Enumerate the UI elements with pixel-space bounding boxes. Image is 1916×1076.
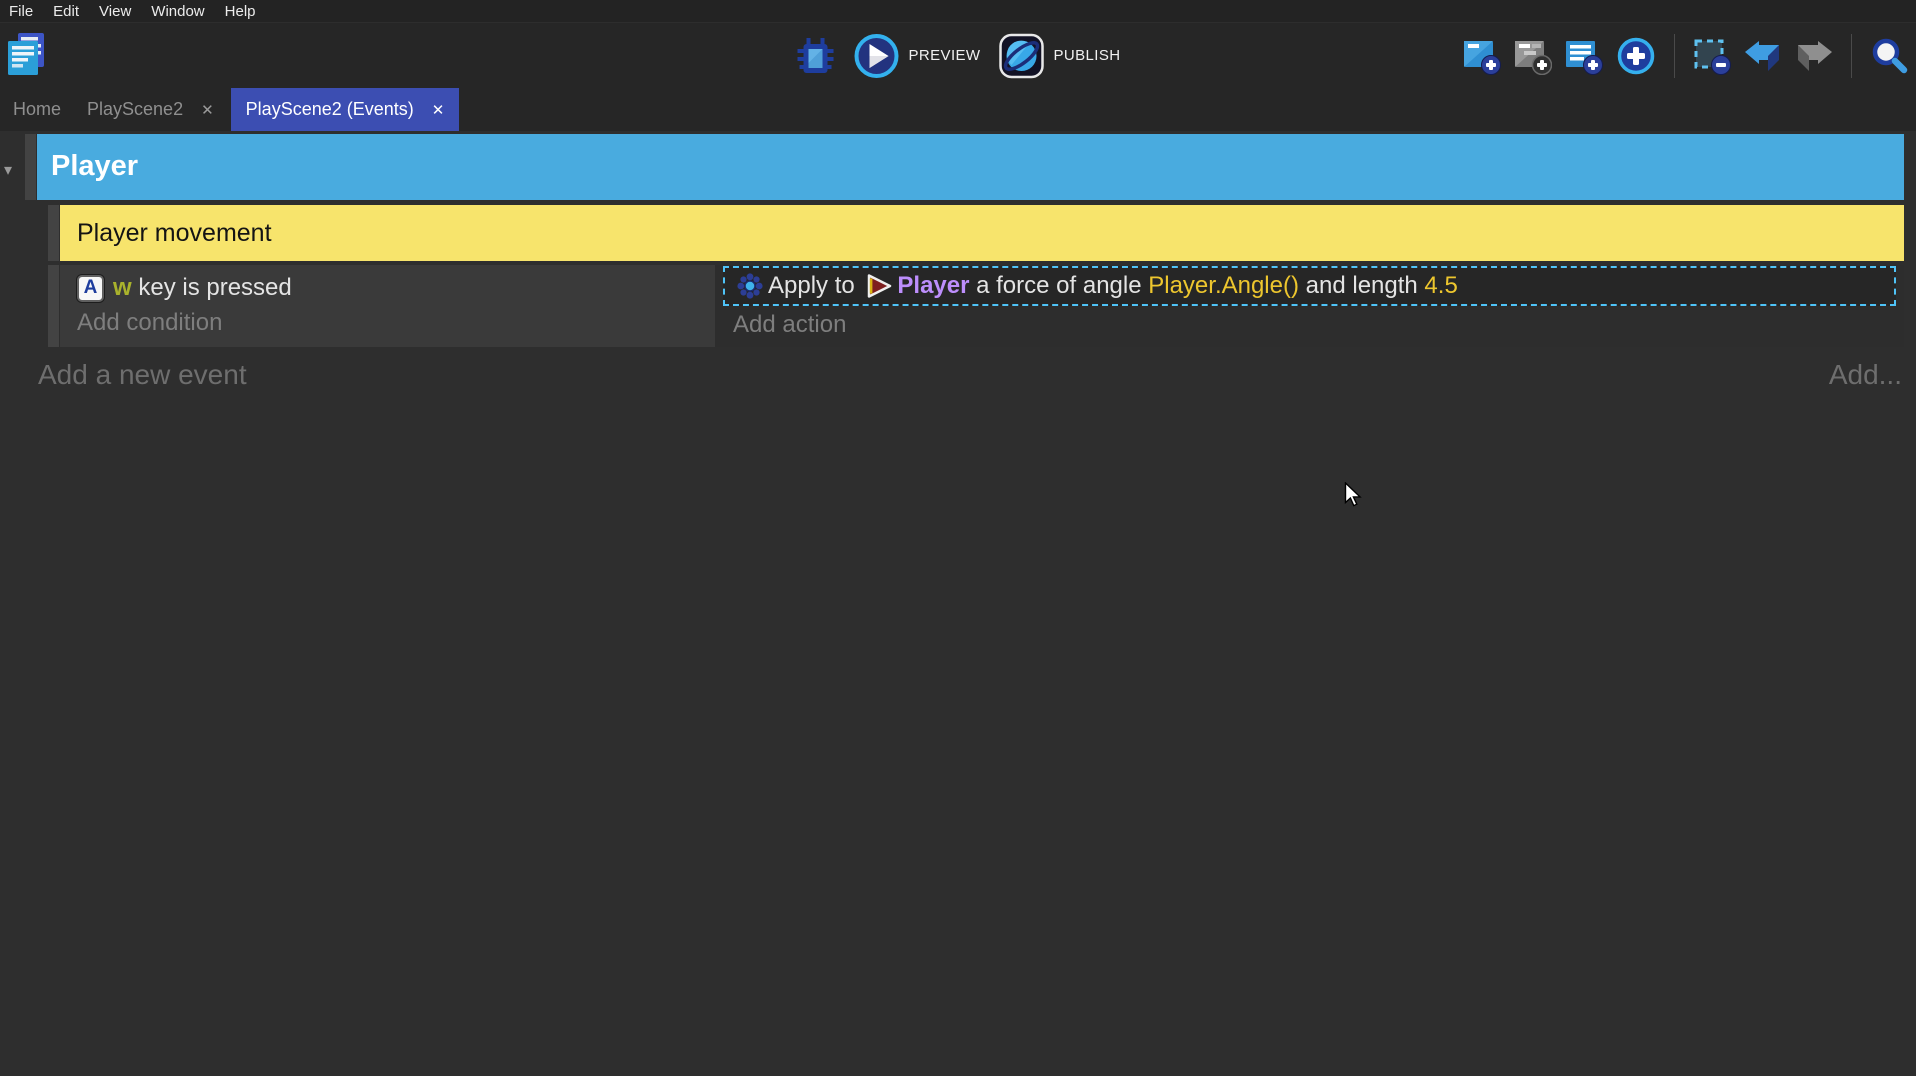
delete-selection-button[interactable]	[1693, 37, 1731, 75]
publish-label: PUBLISH	[1053, 47, 1120, 64]
add-subevent-icon	[1514, 37, 1552, 75]
undo-button[interactable]	[1744, 40, 1782, 72]
add-condition-button[interactable]: Add condition	[77, 309, 222, 337]
menu-window[interactable]: Window	[141, 0, 214, 23]
comment-drag-handle[interactable]	[48, 205, 59, 261]
mouse-cursor	[1344, 482, 1364, 508]
menu-edit[interactable]: Edit	[43, 0, 89, 23]
conditions-panel[interactable]: A w key is pressed Add condition	[60, 265, 715, 347]
group-title: Player	[51, 150, 138, 182]
action-length-value: 4.5	[1424, 272, 1457, 300]
group-drag-handle[interactable]	[25, 134, 36, 200]
tab-label: PlayScene2 (Events)	[246, 99, 414, 120]
preview-label: PREVIEW	[909, 47, 981, 64]
tab-home[interactable]: Home	[0, 88, 74, 131]
toolbar-center: PREVIEW PUBLISH	[796, 23, 1121, 88]
redo-button[interactable]	[1795, 40, 1833, 72]
gdevelop-window: File Edit View Window Help	[0, 0, 1916, 1076]
events-sheet: ▾ Player Player movement A w key is pres…	[0, 131, 1916, 1076]
preview-button[interactable]: PREVIEW	[854, 33, 981, 79]
preview-play-icon	[854, 33, 900, 79]
tab-close-icon[interactable]: ✕	[201, 101, 214, 119]
actions-panel[interactable]: Apply to Player a force of angle Player.…	[715, 265, 1904, 347]
physics-behavior-icon	[737, 273, 763, 299]
add-circle-icon	[1616, 36, 1656, 76]
keyboard-key-icon: A	[77, 275, 104, 302]
search-icon	[1870, 37, 1908, 75]
tab-label: Home	[13, 99, 61, 120]
comment-event[interactable]: Player movement	[60, 205, 1904, 261]
add-event-button[interactable]	[1463, 37, 1501, 75]
toolbar-right	[1463, 23, 1908, 88]
action-apply-force[interactable]: Apply to Player a force of angle Player.…	[723, 266, 1896, 306]
action-angle-expression: Player.Angle()	[1148, 272, 1299, 300]
menu-bar: File Edit View Window Help	[0, 0, 1916, 23]
undo-icon	[1744, 40, 1782, 72]
action-object-name: Player	[897, 272, 969, 300]
publish-globe-icon	[998, 33, 1044, 79]
tab-label: PlayScene2	[87, 99, 183, 120]
player-object-icon	[866, 273, 892, 299]
choose-event-button[interactable]	[1616, 36, 1656, 76]
menu-file[interactable]: File	[0, 0, 43, 23]
condition-key-pressed[interactable]: A w key is pressed	[77, 269, 292, 307]
menu-help[interactable]: Help	[215, 0, 266, 23]
debugger-button[interactable]	[796, 36, 836, 76]
tab-close-icon[interactable]: ✕	[432, 101, 445, 119]
standard-event: A w key is pressed Add condition	[60, 265, 1904, 347]
remove-selection-icon	[1693, 37, 1731, 75]
project-manager-button[interactable]	[6, 33, 46, 77]
action-text-force: a force of angle	[969, 272, 1148, 300]
action-text-length: and length	[1299, 272, 1424, 300]
add-event-icon	[1463, 37, 1501, 75]
add-subevent-button[interactable]	[1514, 37, 1552, 75]
add-more-button[interactable]: Add...	[1829, 359, 1902, 391]
tab-playscene2[interactable]: PlayScene2 ✕	[74, 88, 227, 131]
comment-text: Player movement	[77, 219, 272, 247]
tab-playscene2-events[interactable]: PlayScene2 (Events) ✕	[231, 88, 460, 131]
toolbar-separator	[1851, 34, 1852, 78]
menu-view[interactable]: View	[89, 0, 141, 23]
publish-button[interactable]: PUBLISH	[998, 33, 1120, 79]
condition-text: key is pressed	[132, 274, 292, 301]
condition-key-name: w	[113, 274, 132, 301]
toolbar: PREVIEW PUBLISH	[0, 23, 1916, 88]
tab-bar: Home PlayScene2 ✕ PlayScene2 (Events) ✕	[0, 88, 1916, 131]
collapse-group-icon[interactable]: ▾	[4, 160, 12, 180]
add-new-event-button[interactable]: Add a new event	[38, 359, 247, 391]
toolbar-separator	[1674, 34, 1675, 78]
add-comment-button[interactable]	[1565, 37, 1603, 75]
project-manager-icon	[6, 33, 46, 77]
event-group-header[interactable]: Player	[37, 134, 1904, 200]
debugger-icon	[796, 36, 836, 76]
add-action-button[interactable]: Add action	[733, 311, 846, 339]
event-drag-handle[interactable]	[48, 265, 59, 347]
action-text-apply-to: Apply to	[768, 272, 861, 300]
redo-icon	[1795, 40, 1833, 72]
search-events-button[interactable]	[1870, 37, 1908, 75]
add-comment-icon	[1565, 37, 1603, 75]
